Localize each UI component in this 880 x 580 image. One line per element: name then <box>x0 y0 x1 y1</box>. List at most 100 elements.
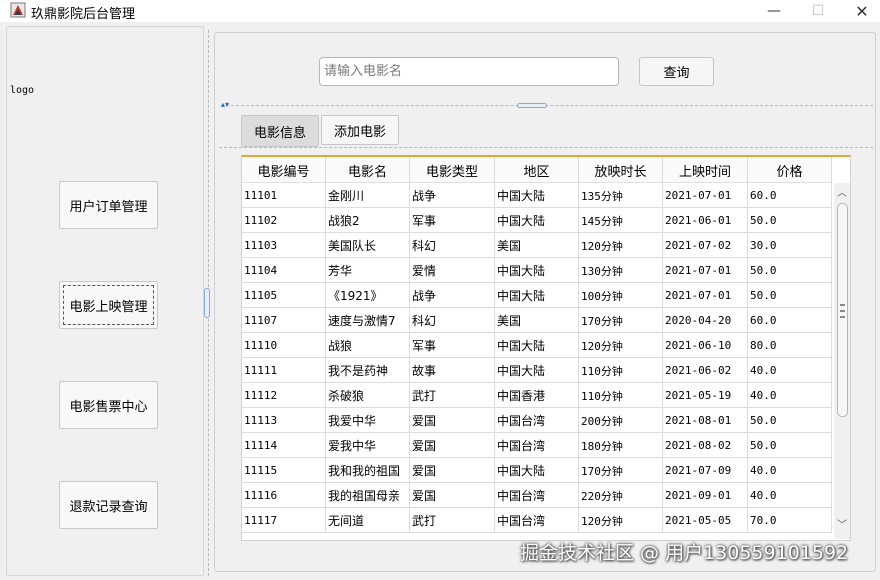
table-cell[interactable]: 故事 <box>410 358 495 383</box>
table-row[interactable]: 11112 杀破狼 武打 中国香港 110分钟 2021-05-19 40.0 <box>242 383 832 408</box>
table-cell[interactable]: 11110 <box>242 333 326 358</box>
movie-search-input[interactable] <box>319 57 619 86</box>
table-cell[interactable]: 110分钟 <box>579 358 663 383</box>
table-cell[interactable]: 50.0 <box>748 283 832 308</box>
ticket-center-button[interactable]: 电影售票中心 <box>59 381 158 429</box>
table-cell[interactable]: 200分钟 <box>579 408 663 433</box>
vertical-splitter-handle[interactable] <box>204 288 210 318</box>
table-row[interactable]: 11116 我的祖国母亲 爱国 中国台湾 220分钟 2021-09-01 40.0 <box>242 483 832 508</box>
table-cell[interactable]: 11101 <box>242 183 326 208</box>
table-cell[interactable]: 中国大陆 <box>495 208 579 233</box>
table-row[interactable]: 11113 我爱中华 爱国 中国台湾 200分钟 2021-08-01 50.0 <box>242 408 832 433</box>
table-row[interactable]: 11105 《1921》 战争 中国大陆 100分钟 2021-07-01 50.0 <box>242 283 832 308</box>
table-cell[interactable]: 美国队长 <box>326 233 410 258</box>
table-cell[interactable]: 50.0 <box>748 433 832 458</box>
table-cell[interactable]: 杀破狼 <box>326 383 410 408</box>
table-cell[interactable]: 中国台湾 <box>495 483 579 508</box>
table-cell[interactable]: 11111 <box>242 358 326 383</box>
table-cell[interactable]: 美国 <box>495 233 579 258</box>
table-cell[interactable]: 2021-07-01 <box>663 183 748 208</box>
table-cell[interactable]: 50.0 <box>748 208 832 233</box>
table-cell[interactable]: 60.0 <box>748 308 832 333</box>
table-cell[interactable]: 100分钟 <box>579 283 663 308</box>
table-row[interactable]: 11103 美国队长 科幻 美国 120分钟 2021-07-02 30.0 <box>242 233 832 258</box>
table-cell[interactable]: 2021-06-10 <box>663 333 748 358</box>
table-cell[interactable]: 2021-07-09 <box>663 458 748 483</box>
table-cell[interactable]: 120分钟 <box>579 508 663 533</box>
scrollbar-thumb[interactable] <box>837 203 848 417</box>
table-cell[interactable]: 2021-05-19 <box>663 383 748 408</box>
table-cell[interactable]: 40.0 <box>748 358 832 383</box>
table-cell[interactable]: 145分钟 <box>579 208 663 233</box>
horizontal-splitter-handle[interactable] <box>517 103 547 108</box>
table-cell[interactable]: 2021-08-02 <box>663 433 748 458</box>
table-cell[interactable]: 2021-06-01 <box>663 208 748 233</box>
table-cell[interactable]: 科幻 <box>410 233 495 258</box>
table-cell[interactable]: 科幻 <box>410 308 495 333</box>
table-cell[interactable]: 爱国 <box>410 483 495 508</box>
table-cell[interactable]: 中国大陆 <box>495 358 579 383</box>
table-cell[interactable]: 武打 <box>410 383 495 408</box>
table-cell[interactable]: 11104 <box>242 258 326 283</box>
table-row[interactable]: 11102 战狼2 军事 中国大陆 145分钟 2021-06-01 50.0 <box>242 208 832 233</box>
table-cell[interactable]: 11107 <box>242 308 326 333</box>
tab-movie-info[interactable]: 电影信息 <box>241 115 319 147</box>
query-button[interactable]: 查询 <box>639 57 714 86</box>
table-cell[interactable]: 30.0 <box>748 233 832 258</box>
table-cell[interactable]: 11117 <box>242 508 326 533</box>
table-cell[interactable]: 无间道 <box>326 508 410 533</box>
column-header-duration[interactable]: 放映时长 <box>579 157 663 183</box>
table-cell[interactable]: 220分钟 <box>579 483 663 508</box>
table-cell[interactable]: 130分钟 <box>579 258 663 283</box>
table-cell[interactable]: 爱国 <box>410 458 495 483</box>
table-row[interactable]: 11101 金刚川 战争 中国大陆 135分钟 2021-07-01 60.0 <box>242 183 832 208</box>
table-cell[interactable]: 135分钟 <box>579 183 663 208</box>
minimize-button[interactable]: — <box>752 0 796 22</box>
table-cell[interactable]: 中国大陆 <box>495 458 579 483</box>
table-cell[interactable]: 中国台湾 <box>495 408 579 433</box>
table-cell[interactable]: 战狼2 <box>326 208 410 233</box>
table-cell[interactable]: 70.0 <box>748 508 832 533</box>
table-cell[interactable]: 军事 <box>410 333 495 358</box>
table-cell[interactable]: 11116 <box>242 483 326 508</box>
column-header-region[interactable]: 地区 <box>495 157 579 183</box>
table-cell[interactable]: 中国大陆 <box>495 183 579 208</box>
table-cell[interactable]: 战争 <box>410 283 495 308</box>
table-cell[interactable]: 170分钟 <box>579 308 663 333</box>
table-cell[interactable]: 我和我的祖国 <box>326 458 410 483</box>
table-cell[interactable]: 战狼 <box>326 333 410 358</box>
table-cell[interactable]: 爱情 <box>410 258 495 283</box>
movie-release-management-button[interactable]: 电影上映管理 <box>59 281 158 329</box>
close-button[interactable]: ✕ <box>840 0 880 22</box>
table-row[interactable]: 11117 无间道 武打 中国台湾 120分钟 2021-05-05 70.0 <box>242 508 832 533</box>
table-cell[interactable]: 60.0 <box>748 183 832 208</box>
table-cell[interactable]: 我爱中华 <box>326 408 410 433</box>
table-cell[interactable]: 180分钟 <box>579 433 663 458</box>
table-cell[interactable]: 芳华 <box>326 258 410 283</box>
table-cell[interactable]: 中国香港 <box>495 383 579 408</box>
table-cell[interactable]: 50.0 <box>748 408 832 433</box>
user-order-management-button[interactable]: 用户订单管理 <box>59 181 158 229</box>
table-cell[interactable]: 11102 <box>242 208 326 233</box>
table-cell[interactable]: 2021-05-05 <box>663 508 748 533</box>
table-cell[interactable]: 2021-09-01 <box>663 483 748 508</box>
table-cell[interactable]: 中国台湾 <box>495 508 579 533</box>
tab-add-movie[interactable]: 添加电影 <box>321 115 399 145</box>
table-cell[interactable]: 110分钟 <box>579 383 663 408</box>
table-cell[interactable]: 金刚川 <box>326 183 410 208</box>
vertical-scrollbar[interactable]: ︿ ﹀ <box>834 183 850 539</box>
column-header-price[interactable]: 价格 <box>748 157 832 183</box>
table-cell[interactable]: 战争 <box>410 183 495 208</box>
table-row[interactable]: 11110 战狼 军事 中国大陆 120分钟 2021-06-10 80.0 <box>242 333 832 358</box>
table-cell[interactable]: 11114 <box>242 433 326 458</box>
table-cell[interactable]: 11105 <box>242 283 326 308</box>
splitter-collapse-arrows-icon[interactable]: ▴▾ <box>221 101 229 109</box>
table-row[interactable]: 11104 芳华 爱情 中国大陆 130分钟 2021-07-01 50.0 <box>242 258 832 283</box>
table-cell[interactable]: 我的祖国母亲 <box>326 483 410 508</box>
table-row[interactable]: 11115 我和我的祖国 爱国 中国大陆 170分钟 2021-07-09 40.0 <box>242 458 832 483</box>
table-cell[interactable]: 80.0 <box>748 333 832 358</box>
table-cell[interactable]: 速度与激情7 <box>326 308 410 333</box>
table-cell[interactable]: 120分钟 <box>579 233 663 258</box>
scroll-down-icon[interactable]: ﹀ <box>836 519 848 533</box>
maximize-button[interactable]: ☐ <box>796 0 840 22</box>
